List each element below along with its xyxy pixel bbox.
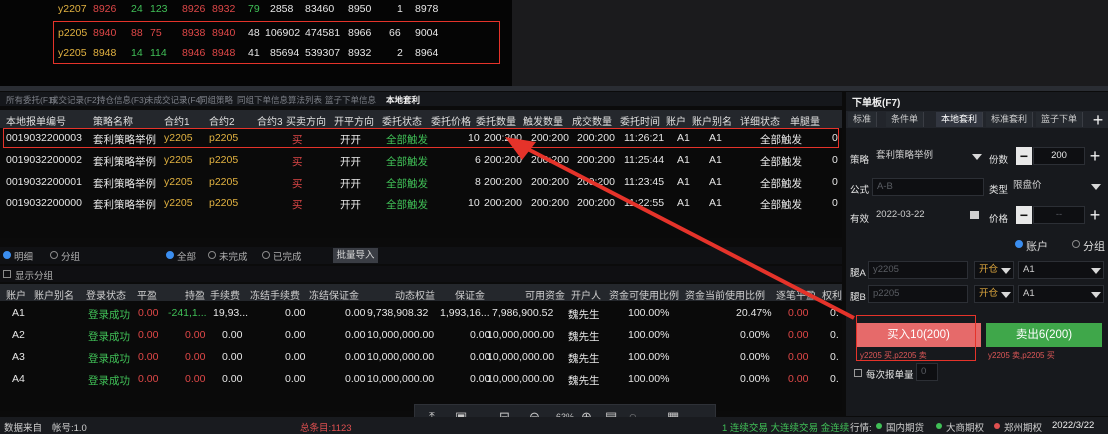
annotation-arrow bbox=[505, 137, 855, 320]
status-dot-icon bbox=[936, 423, 942, 429]
status-count: 总条目:1123 bbox=[300, 423, 352, 434]
status-trading: 1 连续交易 大连续交易 金连续 bbox=[722, 423, 850, 434]
status-dot-icon bbox=[876, 423, 882, 429]
status-market-3: 郑州期权 bbox=[1004, 423, 1043, 434]
status-dot-icon bbox=[994, 423, 1000, 429]
status-account: 帐号:1.0 bbox=[52, 423, 87, 434]
status-market-2: 大商期权 bbox=[946, 423, 985, 434]
arrow-head bbox=[505, 137, 536, 160]
status-bar: 数据来自 帐号:1.0 总条目:1123 1 连续交易 大连续交易 金连续 行情… bbox=[0, 417, 1108, 434]
status-source: 数据来自 bbox=[4, 423, 43, 434]
arrow-line bbox=[519, 143, 855, 320]
status-date: 2022/3/22 bbox=[1052, 420, 1095, 431]
status-market-label: 行情: bbox=[850, 423, 872, 434]
status-market-1: 国内期货 bbox=[886, 423, 925, 434]
